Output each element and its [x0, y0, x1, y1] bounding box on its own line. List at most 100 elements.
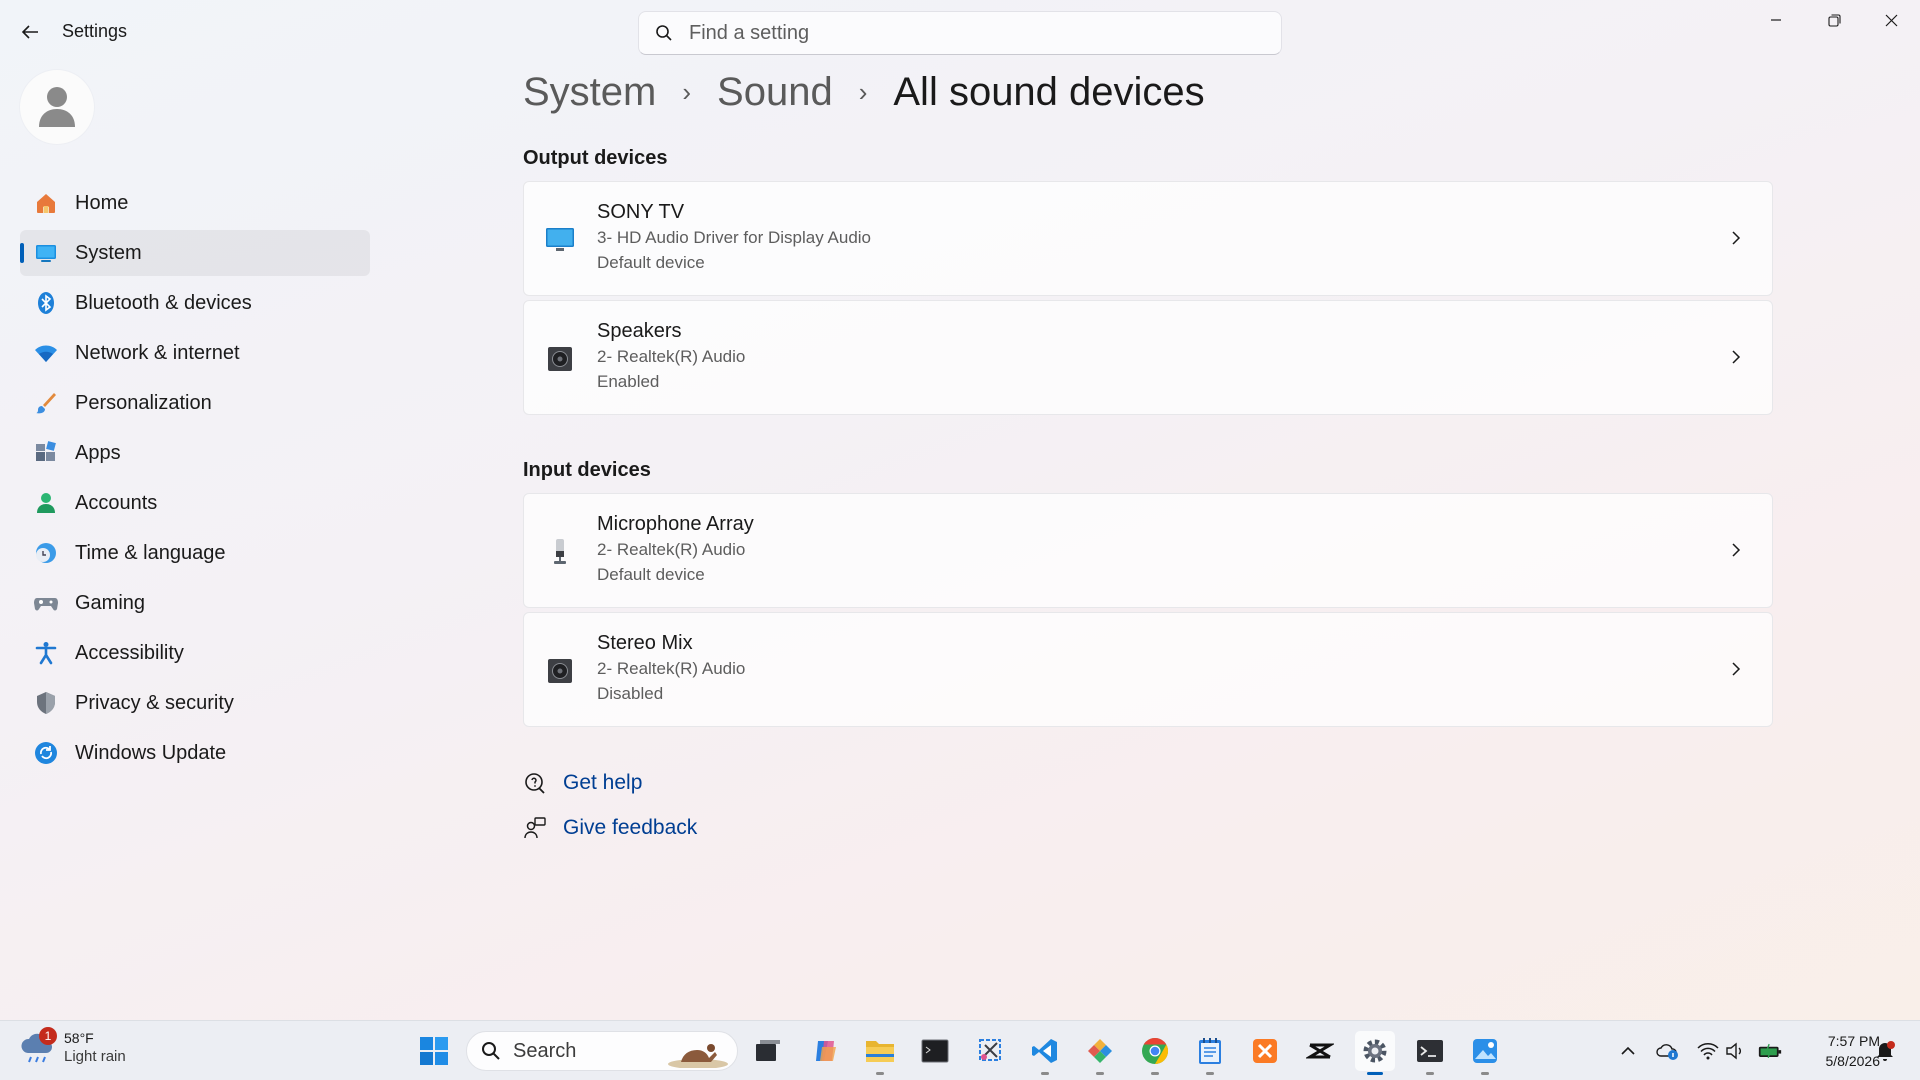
home-icon: [32, 189, 60, 217]
notification-center-button[interactable]: [1873, 1039, 1897, 1063]
taskbar: 1 58°F Light rain Search 7:57 PM 5/8/202…: [0, 1020, 1920, 1080]
sidebar-item-time-language[interactable]: Time & language: [20, 530, 370, 576]
device-status: Disabled: [597, 684, 664, 703]
taskbar-snipping-tool[interactable]: [971, 1031, 1011, 1071]
give-feedback-link[interactable]: Give feedback: [523, 816, 697, 840]
taskbar-copilot[interactable]: [806, 1031, 846, 1071]
taskbar-xampp[interactable]: [1245, 1031, 1285, 1071]
chevron-right-icon: [1726, 228, 1746, 248]
taskbar-settings[interactable]: [1355, 1031, 1395, 1075]
sidebar-item-gaming[interactable]: Gaming: [20, 580, 370, 626]
notepad-icon: [1199, 1038, 1221, 1064]
minimize-button[interactable]: [1748, 0, 1804, 40]
task-view-icon: [756, 1040, 780, 1061]
chevron-right-icon: [1726, 540, 1746, 560]
device-card-microphone-array[interactable]: Microphone Array 2- Realtek(R) Audio Def…: [523, 493, 1773, 608]
network-tray-button[interactable]: [1696, 1039, 1720, 1063]
device-card-speakers[interactable]: Speakers 2- Realtek(R) Audio Enabled: [523, 300, 1773, 415]
start-button[interactable]: [414, 1031, 454, 1071]
show-hidden-icons-button[interactable]: [1616, 1039, 1640, 1063]
taskbar-capcut[interactable]: [1300, 1031, 1340, 1071]
sidebar-item-label: Privacy & security: [75, 691, 234, 714]
device-status: Enabled: [597, 372, 660, 391]
volume-tray-button[interactable]: [1724, 1039, 1748, 1063]
sidebar-item-personalization[interactable]: Personalization: [20, 380, 370, 426]
monitor-icon: [544, 224, 576, 256]
search-icon: [481, 1041, 501, 1061]
weather-widget[interactable]: 1 58°F Light rain: [20, 1027, 126, 1065]
sidebar-nav: Home System Bluetooth & devices Network …: [20, 180, 370, 780]
system-icon: [32, 239, 60, 267]
taskbar-task-view[interactable]: [748, 1031, 788, 1071]
weather-condition: Light rain: [64, 1047, 126, 1065]
user-icon: [39, 87, 75, 127]
chrome-icon: [1142, 1037, 1169, 1065]
sidebar-item-apps[interactable]: Apps: [20, 430, 370, 476]
device-driver: 2- Realtek(R) Audio: [597, 540, 746, 559]
speaker-volume-icon: [1726, 1042, 1741, 1060]
taskbar-terminal-window[interactable]: [915, 1031, 955, 1071]
sidebar-item-label: Gaming: [75, 591, 146, 614]
sidebar-item-label: Network & internet: [75, 341, 240, 364]
close-button[interactable]: [1863, 0, 1919, 40]
device-driver: 3- HD Audio Driver for Display Audio: [597, 228, 872, 247]
chevron-right-icon: [1726, 347, 1746, 367]
clock-date: 5/8/2026: [1825, 1053, 1881, 1069]
taskbar-chrome[interactable]: [1135, 1031, 1175, 1075]
taskbar-notepad[interactable]: [1190, 1031, 1230, 1075]
sidebar-item-windows-update[interactable]: Windows Update: [20, 730, 370, 776]
chevron-right-icon: ›: [858, 77, 868, 107]
onedrive-tray-button[interactable]: [1656, 1039, 1680, 1063]
photos-icon: [1473, 1039, 1497, 1063]
windows-logo-icon: [420, 1037, 448, 1065]
breadcrumb-system[interactable]: System: [523, 70, 656, 115]
sidebar-item-system[interactable]: System: [20, 230, 370, 276]
sidebar-item-privacy[interactable]: Privacy & security: [20, 680, 370, 726]
accounts-icon: [32, 489, 60, 517]
capcut-icon: [1306, 1043, 1334, 1059]
restore-button[interactable]: [1806, 0, 1862, 40]
taskbar-search[interactable]: Search: [466, 1031, 738, 1071]
device-name: SONY TV: [597, 201, 685, 223]
taskbar-photos[interactable]: [1465, 1031, 1505, 1075]
taskbar-file-explorer[interactable]: [860, 1031, 900, 1075]
device-card-sony-tv[interactable]: SONY TV 3- HD Audio Driver for Display A…: [523, 181, 1773, 296]
weather-notification-badge: 1: [39, 1027, 57, 1045]
minimize-icon: [1771, 19, 1781, 21]
settings-search-input[interactable]: [689, 21, 1249, 45]
taskbar-app-diamonds[interactable]: [1080, 1031, 1120, 1075]
breadcrumb: System › Sound › All sound devices: [523, 70, 1205, 115]
battery-tray-button[interactable]: [1758, 1039, 1782, 1063]
bluetooth-icon: [32, 289, 60, 317]
sidebar-item-network[interactable]: Network & internet: [20, 330, 370, 376]
app-title: Settings: [62, 21, 128, 41]
sidebar-item-bluetooth[interactable]: Bluetooth & devices: [20, 280, 370, 326]
user-avatar[interactable]: [20, 70, 94, 144]
back-button[interactable]: [14, 16, 46, 48]
sidebar-item-accessibility[interactable]: Accessibility: [20, 630, 370, 676]
sidebar-item-label: Bluetooth & devices: [75, 291, 252, 314]
update-icon: [32, 739, 60, 767]
xampp-icon: [1253, 1039, 1277, 1063]
search-icon: [655, 23, 675, 43]
taskbar-vscode[interactable]: [1025, 1031, 1065, 1075]
sidebar-item-home[interactable]: Home: [20, 180, 370, 226]
device-name: Speakers: [597, 320, 682, 342]
device-card-stereo-mix[interactable]: Stereo Mix 2- Realtek(R) Audio Disabled: [523, 612, 1773, 727]
sidebar-item-accounts[interactable]: Accounts: [20, 480, 370, 526]
bell-icon: [1877, 1041, 1895, 1061]
battery-charging-icon: [1758, 1043, 1782, 1059]
taskbar-clock[interactable]: 7:57 PM 5/8/2026: [1800, 1031, 1881, 1071]
get-help-link[interactable]: Get help: [523, 771, 642, 795]
device-driver: 2- Realtek(R) Audio: [597, 347, 746, 366]
give-feedback-label: Give feedback: [563, 816, 698, 839]
sidebar-item-label: Personalization: [75, 391, 212, 414]
brush-icon: [32, 389, 60, 417]
settings-search-box[interactable]: [638, 11, 1282, 55]
help-chat-icon: [523, 771, 547, 795]
sidebar-item-label: Accessibility: [75, 641, 184, 664]
copilot-icon: [816, 1041, 836, 1061]
console-icon: [921, 1039, 949, 1063]
breadcrumb-sound[interactable]: Sound: [717, 70, 833, 115]
taskbar-terminal[interactable]: [1410, 1031, 1450, 1075]
